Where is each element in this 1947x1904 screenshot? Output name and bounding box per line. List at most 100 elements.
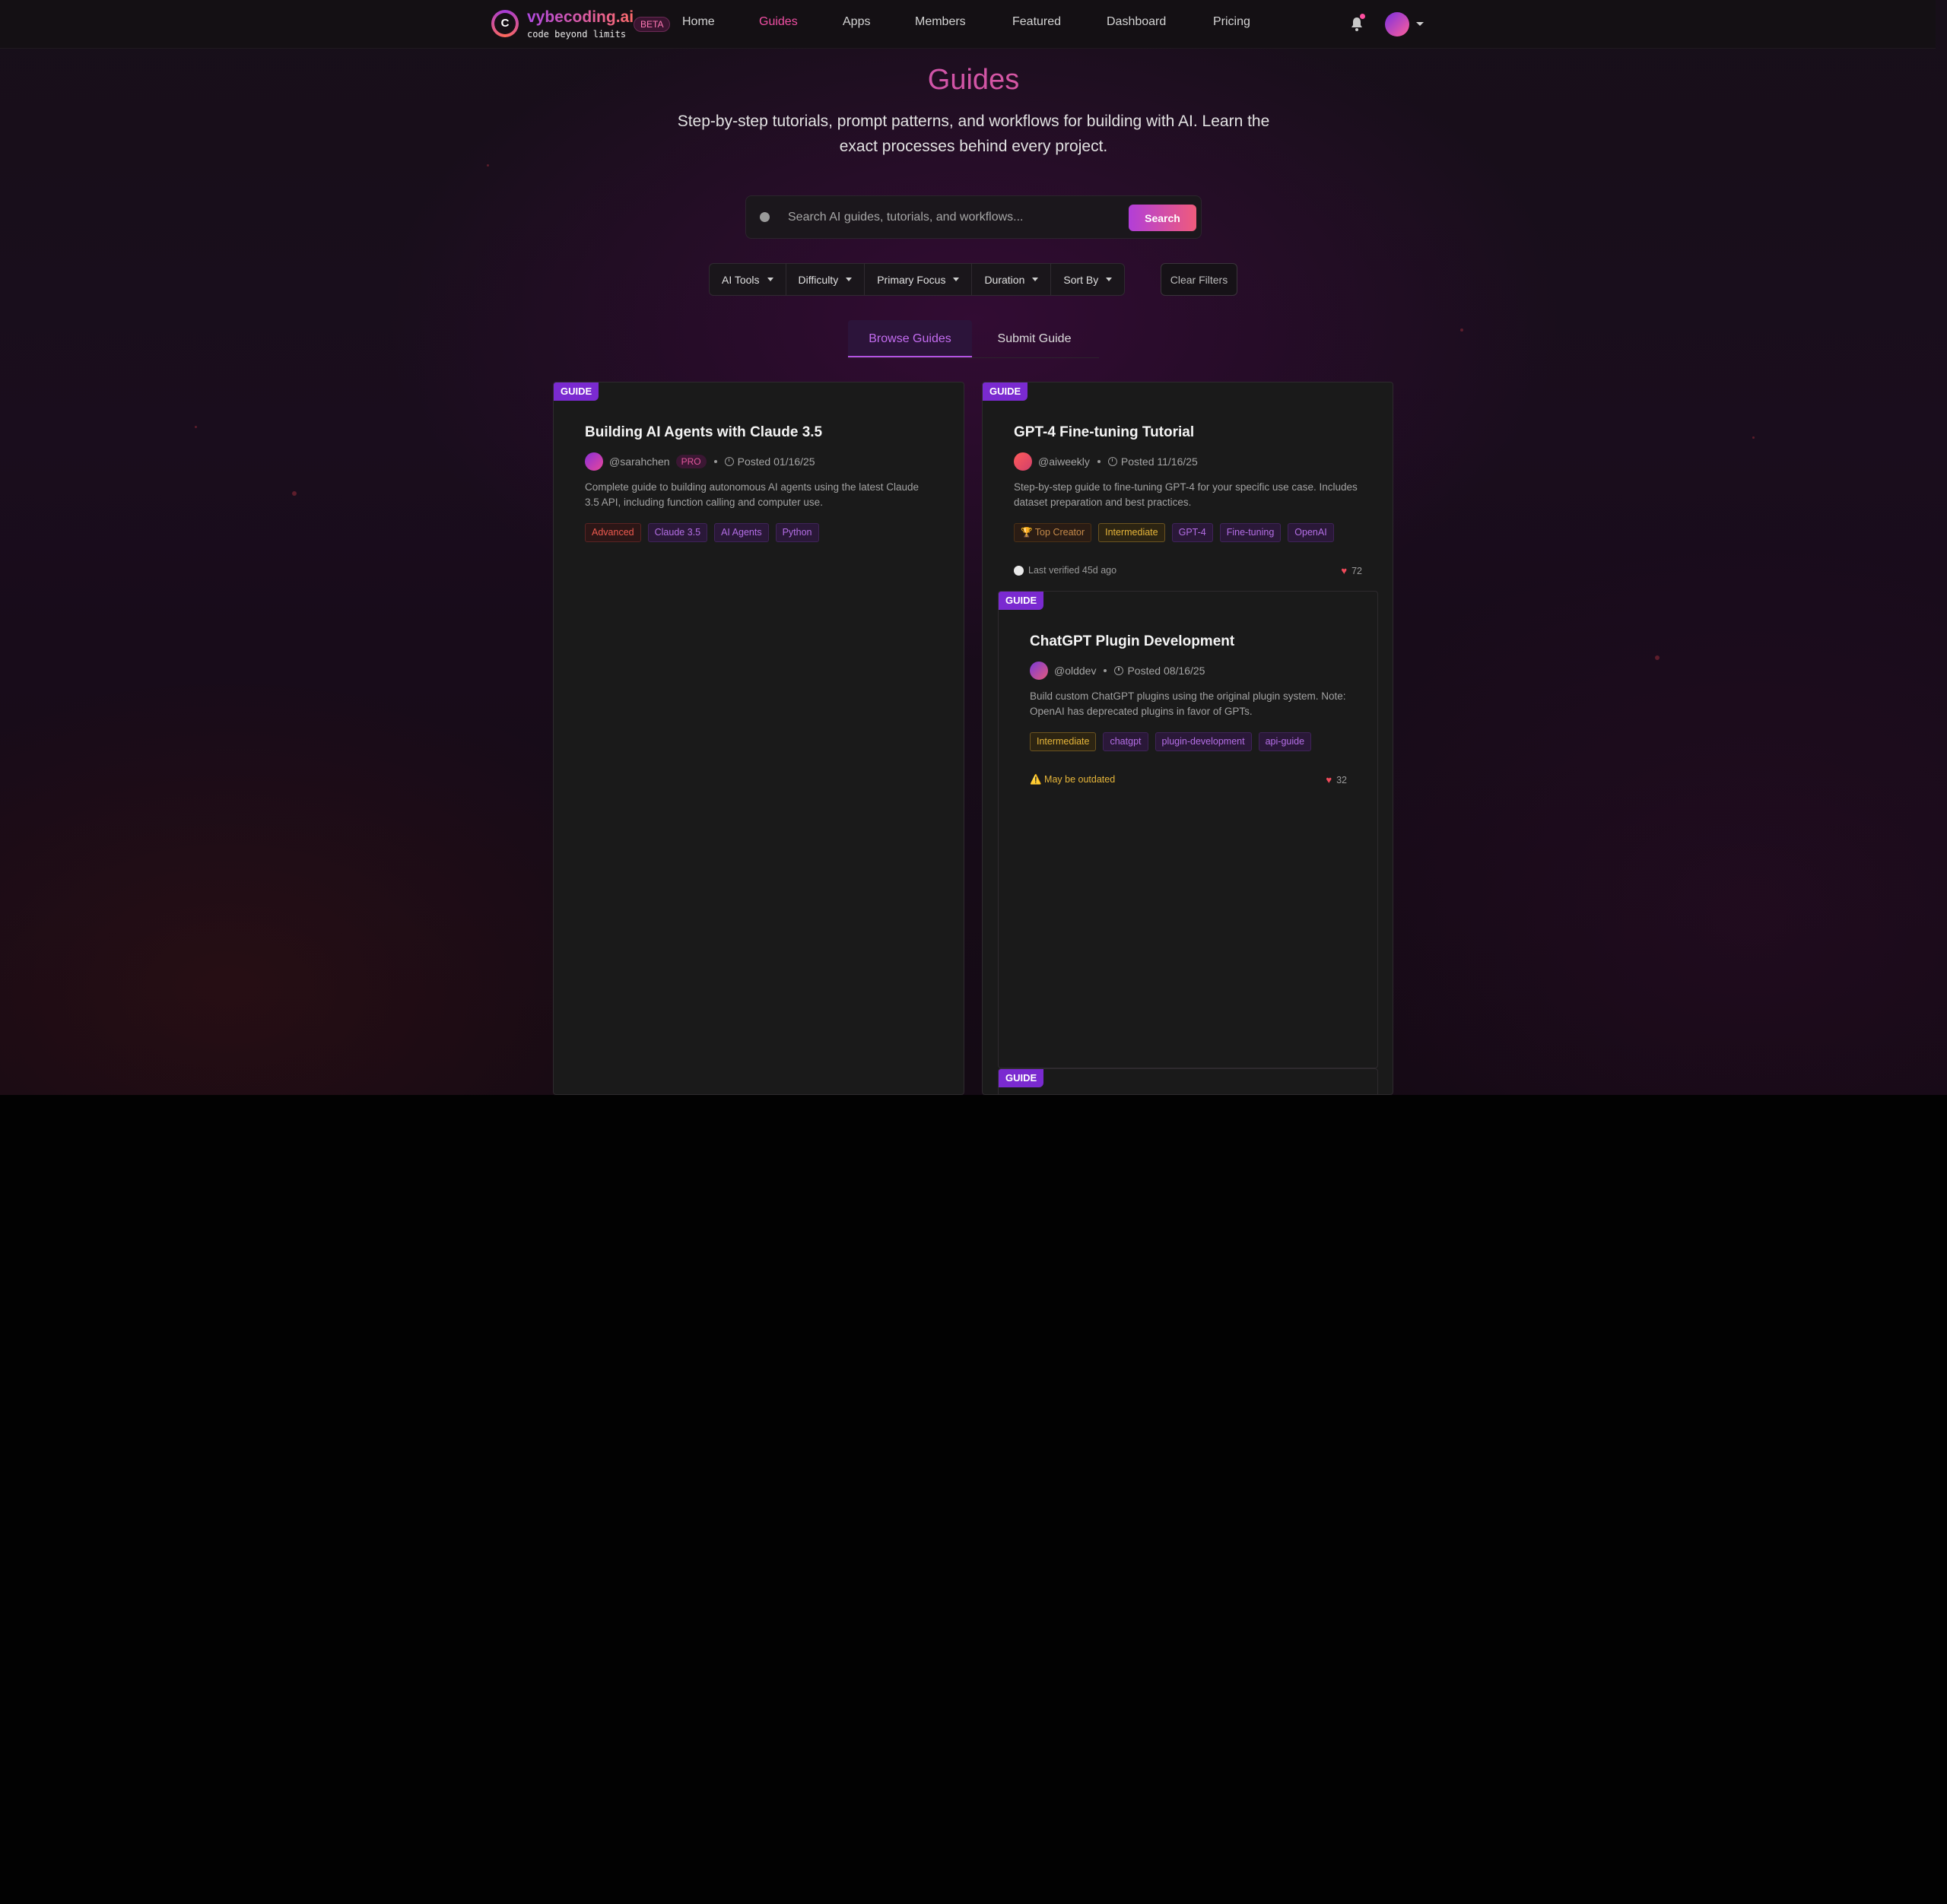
tag-difficulty[interactable]: Intermediate — [1098, 523, 1165, 542]
tag-difficulty[interactable]: Advanced — [585, 523, 641, 542]
guide-badge: GUIDE — [983, 382, 1028, 401]
chevron-down-icon — [953, 278, 960, 281]
filter-bar: AI Tools Difficulty Primary Focus Durati… — [709, 263, 1126, 296]
heart-icon[interactable]: ♥ — [1326, 774, 1332, 785]
background-particle — [1752, 436, 1755, 439]
guide-meta: @olddev Posted 08/16/25 — [1030, 662, 1205, 680]
tag[interactable]: chatgpt — [1103, 732, 1148, 751]
guide-meta: @aiweekly Posted 11/16/25 — [1014, 452, 1198, 471]
guide-card[interactable]: GUIDE ChatGPT Plugin Development @olddev… — [998, 591, 1378, 1068]
filter-difficulty[interactable]: Difficulty — [786, 264, 866, 295]
guide-description: Complete guide to building autonomous AI… — [585, 481, 920, 508]
chevron-down-icon — [1106, 278, 1113, 281]
background-particle — [195, 426, 197, 428]
nav-link-apps[interactable]: Apps — [843, 15, 870, 29]
chevron-down-icon — [767, 278, 773, 281]
meta-separator — [713, 460, 717, 463]
user-avatar[interactable] — [1385, 12, 1409, 36]
notification-dot — [1360, 14, 1365, 19]
verification-status: Last verified 45d ago — [1014, 565, 1116, 576]
chevron-down-icon — [846, 278, 853, 281]
guide-tags: Advanced Claude 3.5 AI Agents Python — [585, 523, 819, 542]
background-particle — [487, 164, 489, 167]
nav-link-guides[interactable]: Guides — [759, 15, 798, 29]
guide-tags: 🏆 Top Creator Intermediate GPT-4 Fine-tu… — [1014, 523, 1334, 542]
like-count[interactable]: ♥ 32 — [1326, 774, 1347, 785]
guide-tags: Intermediate chatgpt plugin-development … — [1030, 732, 1312, 751]
posted-date: Posted 08/16/25 — [1127, 665, 1205, 677]
notification-bell-icon[interactable] — [1351, 17, 1363, 32]
chevron-down-icon[interactable] — [1416, 22, 1424, 26]
guide-title[interactable]: Building AI Agents with Claude 3.5 — [585, 424, 822, 441]
tag-top-creator[interactable]: 🏆 Top Creator — [1014, 523, 1092, 542]
nav-link-dashboard[interactable]: Dashboard — [1107, 15, 1166, 29]
verification-text: Last verified 45d ago — [1028, 565, 1117, 576]
page-title-text: Guides — [927, 64, 1020, 96]
guide-badge: GUIDE — [554, 382, 599, 401]
guide-card[interactable]: GUIDE — [998, 1068, 1378, 1094]
author-handle[interactable]: @aiweekly — [1038, 455, 1090, 468]
tag[interactable]: api-guide — [1258, 732, 1312, 751]
filter-label: Difficulty — [798, 273, 839, 286]
filter-duration[interactable]: Duration — [972, 264, 1052, 295]
search-input[interactable] — [788, 205, 1115, 230]
nav-link-members[interactable]: Members — [915, 15, 966, 29]
filter-ai-tools[interactable]: AI Tools — [710, 264, 786, 295]
background-particle — [1460, 328, 1463, 332]
like-count[interactable]: ♥ 72 — [1341, 565, 1362, 576]
tab-submit-guide[interactable]: Submit Guide — [981, 320, 1088, 357]
tag[interactable]: AI Agents — [714, 523, 769, 542]
brand-tagline: code beyond limits — [527, 29, 627, 40]
tag[interactable]: Fine-tuning — [1219, 523, 1282, 542]
brand-name[interactable]: vybecoding.ai — [527, 8, 634, 27]
pro-badge: PRO — [675, 455, 707, 468]
page-background — [0, 0, 1947, 1095]
guide-title[interactable]: GPT-4 Fine-tuning Tutorial — [1014, 424, 1194, 441]
posted-date: Posted 01/16/25 — [737, 455, 815, 468]
clock-icon — [724, 457, 734, 466]
warning-text: ⚠️ May be outdated — [1030, 774, 1116, 785]
outdated-warning: ⚠️ May be outdated — [1030, 774, 1115, 785]
guide-meta: @sarahchen PRO Posted 01/16/25 — [585, 452, 815, 471]
tag[interactable]: GPT-4 — [1171, 523, 1213, 542]
search-button[interactable]: Search — [1129, 205, 1196, 231]
meta-separator — [1097, 460, 1101, 463]
beta-badge: BETA — [634, 17, 671, 32]
guide-card[interactable]: GUIDE Building AI Agents with Claude 3.5… — [553, 382, 964, 1095]
top-navbar: C vybecoding.ai code beyond limits BETA … — [0, 0, 1936, 49]
search-bar: Search — [745, 195, 1202, 239]
filter-primary-focus[interactable]: Primary Focus — [865, 264, 973, 295]
guide-description: Build custom ChatGPT plugins using the o… — [1030, 690, 1346, 717]
guide-card[interactable]: GUIDE GPT-4 Fine-tuning Tutorial @aiweek… — [982, 382, 1393, 1095]
author-handle[interactable]: @olddev — [1054, 665, 1096, 677]
tag[interactable]: Claude 3.5 — [647, 523, 708, 542]
filter-label: Primary Focus — [877, 273, 946, 286]
clock-icon — [1114, 666, 1124, 675]
tag[interactable]: Python — [775, 523, 819, 542]
guide-tabs: Browse Guides Submit Guide — [848, 320, 1099, 358]
search-icon — [760, 212, 770, 222]
nav-link-featured[interactable]: Featured — [1012, 15, 1061, 29]
logo-letter: C — [494, 13, 516, 34]
filter-label: AI Tools — [722, 273, 760, 286]
author-avatar[interactable] — [585, 452, 603, 471]
guide-badge: GUIDE — [999, 592, 1044, 610]
nav-link-home[interactable]: Home — [682, 15, 715, 29]
tag[interactable]: OpenAI — [1288, 523, 1334, 542]
author-handle[interactable]: @sarahchen — [609, 455, 670, 468]
author-avatar[interactable] — [1030, 662, 1048, 680]
filter-label: Duration — [984, 273, 1025, 286]
filter-sort-by[interactable]: Sort By — [1051, 264, 1124, 295]
like-count-value: 72 — [1351, 565, 1362, 576]
author-avatar[interactable] — [1014, 452, 1032, 471]
heart-icon[interactable]: ♥ — [1341, 565, 1347, 576]
logo-icon[interactable]: C — [491, 10, 519, 37]
clear-filters-button[interactable]: Clear Filters — [1161, 263, 1237, 296]
nav-link-pricing[interactable]: Pricing — [1213, 15, 1250, 29]
guide-title[interactable]: ChatGPT Plugin Development — [1030, 633, 1234, 650]
tag-difficulty[interactable]: Intermediate — [1030, 732, 1097, 751]
filter-label: Sort By — [1063, 273, 1099, 286]
verified-icon — [1014, 565, 1024, 576]
tag[interactable]: plugin-development — [1155, 732, 1252, 751]
tab-browse-guides[interactable]: Browse Guides — [848, 320, 972, 357]
